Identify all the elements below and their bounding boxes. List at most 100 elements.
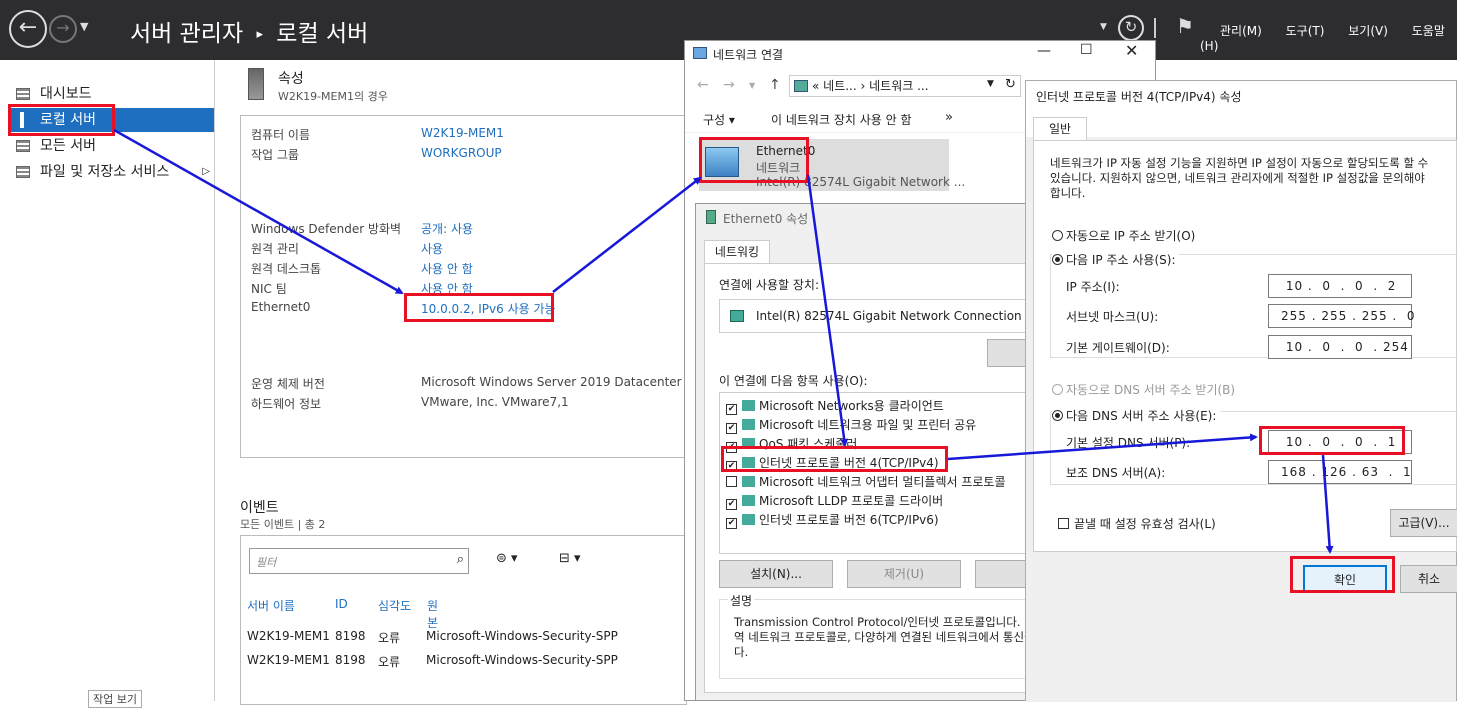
adapter-small-icon: [706, 210, 716, 224]
servers-icon: [16, 140, 30, 152]
search-icon[interactable]: ⌕: [457, 552, 464, 567]
properties-subheading: W2K19-MEM1의 경우: [278, 90, 388, 103]
connect-using-label: 연결에 사용할 장치:: [719, 278, 819, 292]
nav-all-servers[interactable]: 모든 서버: [10, 134, 214, 158]
more-commands-button[interactable]: »: [945, 110, 953, 125]
remote-mgmt-label: 원격 관리: [251, 242, 299, 256]
cancel-button[interactable]: 취소: [1400, 565, 1457, 593]
dropdown-icon[interactable]: ▼: [1100, 22, 1107, 32]
os-version-label: 운영 체제 버전: [251, 377, 325, 391]
advanced-button[interactable]: 고급(V)...: [1390, 509, 1457, 537]
breadcrumb: 서버 관리자 ▸ 로컬 서버: [130, 14, 368, 48]
item-checkbox[interactable]: [726, 476, 737, 487]
subnet-mask-field[interactable]: 255 . 255 . 255 . 0: [1268, 304, 1415, 328]
list-item[interactable]: ✔ Microsoft 네트워크용 파일 및 프린터 공유: [726, 416, 976, 434]
breadcrumb-separator-icon: ▸: [256, 27, 263, 42]
remote-mgmt-link[interactable]: 사용: [421, 240, 443, 257]
menu-manage[interactable]: 관리(M): [1220, 24, 1262, 38]
validate-checkbox[interactable]: 끝낼 때 설정 유효성 검사(L): [1058, 515, 1216, 532]
manual-dns-radio[interactable]: 다음 DNS 서버 주소 사용(E):: [1052, 407, 1221, 424]
tab-networking[interactable]: 네트워킹: [704, 240, 770, 264]
items-label: 이 연결에 다음 항목 사용(O):: [719, 374, 868, 388]
minimize-button[interactable]: —: [1037, 43, 1051, 59]
recent-dropdown-icon[interactable]: ▼: [749, 81, 755, 90]
close-button[interactable]: ✕: [1125, 41, 1138, 60]
alternate-dns-field[interactable]: 168 . 126 . 63 . 1: [1268, 460, 1412, 484]
address-dropdown-icon[interactable]: ▼: [987, 79, 994, 89]
properties-panel: 컴퓨터 이름 W2K19-MEM1 작업 그룹 WORKGROUP Window…: [240, 115, 687, 458]
list-item[interactable]: ✔ 인터넷 프로토콜 버전 6(TCP/IPv6): [726, 511, 939, 529]
firewall-link[interactable]: 공개: 사용: [421, 220, 473, 237]
ipv4-dialog-title: 인터넷 프로토콜 버전 4(TCP/IPv4) 속성: [1036, 90, 1242, 104]
forward-arrow-icon[interactable]: →: [723, 77, 735, 93]
remote-desktop-link[interactable]: 사용 안 함: [421, 260, 473, 277]
gateway-label: 기본 게이트웨이(D):: [1066, 341, 1170, 355]
expand-arrow-icon[interactable]: ▷: [202, 160, 210, 184]
component-icon: [742, 476, 755, 487]
highlight-ipv4-item: [721, 446, 948, 472]
os-version-value: Microsoft Windows Server 2019 Datacenter: [421, 375, 682, 389]
nav-file-storage[interactable]: 파일 및 저장소 서비스 ▷: [10, 160, 214, 184]
maximize-button[interactable]: ☐: [1080, 42, 1093, 58]
item-checkbox[interactable]: ✔: [726, 423, 737, 434]
general-panel: 네트워크가 IP 자동 설정 기능을 지원하면 IP 설정이 자동으로 할당되도…: [1033, 140, 1457, 552]
refresh-icon[interactable]: ↻: [1118, 15, 1144, 41]
description-label: 설명: [728, 592, 755, 609]
install-button[interactable]: 설치(N)...: [719, 560, 833, 588]
disable-device-button[interactable]: 이 네트워크 장치 사용 안 함: [771, 111, 912, 128]
events-subheading: 모든 이벤트 | 총 2: [240, 518, 326, 531]
nic-team-label: NIC 팀: [251, 282, 287, 296]
notification-flag-icon[interactable]: ⚑: [1176, 14, 1194, 38]
item-checkbox[interactable]: ✔: [726, 518, 737, 529]
nav-dashboard[interactable]: 대시보드: [10, 82, 214, 106]
item-label: Microsoft LLDP 프로토콜 드라이버: [759, 494, 944, 508]
history-dropdown-icon[interactable]: ▼: [80, 20, 88, 33]
list-item[interactable]: ✔ Microsoft Networks용 클라이언트: [726, 397, 944, 415]
task-view-button[interactable]: 작업 보기: [88, 690, 142, 708]
intro-text: 네트워크가 IP 자동 설정 기능을 지원하면 IP 설정이 자동으로 할당되도…: [1050, 156, 1429, 200]
address-network-icon: [794, 80, 808, 92]
computer-name-link[interactable]: W2K19-MEM1: [421, 126, 504, 140]
workgroup-link[interactable]: WORKGROUP: [421, 146, 502, 160]
refresh-icon[interactable]: ↻: [1005, 77, 1016, 92]
component-icon: [742, 400, 755, 411]
breadcrumb-root[interactable]: 서버 관리자: [130, 21, 243, 47]
gateway-field[interactable]: 10 . 0 . 0 . 254: [1268, 335, 1412, 359]
col-source[interactable]: 원본: [427, 597, 438, 631]
forward-button[interactable]: →: [49, 15, 77, 43]
menu-view[interactable]: 보기(V): [1348, 24, 1388, 38]
component-icon: [742, 419, 755, 430]
item-label: Microsoft 네트워크용 파일 및 프린터 공유: [759, 418, 977, 432]
col-server-name[interactable]: 서버 이름: [247, 597, 295, 614]
preferred-dns-label: 기본 설정 DNS 서버(P):: [1066, 436, 1191, 450]
manual-ip-radio[interactable]: 다음 IP 주소 사용(S):: [1052, 251, 1180, 268]
computer-name-label: 컴퓨터 이름: [251, 128, 311, 142]
item-checkbox[interactable]: ✔: [726, 404, 737, 415]
item-checkbox[interactable]: ✔: [726, 499, 737, 510]
remote-desktop-label: 원격 데스크톱: [251, 262, 322, 276]
back-button[interactable]: ←: [9, 10, 47, 48]
component-icon: [742, 514, 755, 525]
organize-button[interactable]: 구성 ▾: [703, 111, 735, 128]
properties-heading: 속성: [278, 71, 304, 87]
auto-ip-radio[interactable]: 자동으로 IP 주소 받기(O): [1052, 227, 1195, 244]
remove-button: 제거(U): [847, 560, 961, 588]
list-item[interactable]: Microsoft 네트워크 어댑터 멀티플렉서 프로토콜: [726, 473, 1006, 490]
save-query-icon[interactable]: ⊟ ▾: [559, 551, 581, 566]
auto-dns-radio: 자동으로 DNS 서버 주소 받기(B): [1052, 381, 1235, 398]
col-id[interactable]: ID: [335, 597, 348, 611]
network-icon: [693, 47, 707, 59]
tab-general[interactable]: 일반: [1033, 117, 1087, 141]
up-arrow-icon[interactable]: ↑: [769, 77, 781, 93]
highlight-local-server: [8, 104, 115, 136]
list-item[interactable]: ✔ Microsoft LLDP 프로토콜 드라이버: [726, 492, 943, 510]
ipv4-properties-dialog: 인터넷 프로토콜 버전 4(TCP/IPv4) 속성 일반 네트워크가 IP 자…: [1025, 80, 1457, 702]
menu-tools[interactable]: 도구(T): [1286, 24, 1325, 38]
ip-address-field[interactable]: 10 . 0 . 0 . 2: [1268, 274, 1412, 298]
list-options-icon[interactable]: ⊜ ▾: [496, 551, 518, 566]
highlight-ethernet-link: [404, 293, 554, 322]
col-severity[interactable]: 심각도: [378, 597, 411, 614]
filter-input[interactable]: 필터 ⌕: [249, 548, 469, 574]
ip-address-label: IP 주소(I):: [1066, 280, 1120, 294]
back-arrow-icon[interactable]: ←: [697, 77, 709, 93]
